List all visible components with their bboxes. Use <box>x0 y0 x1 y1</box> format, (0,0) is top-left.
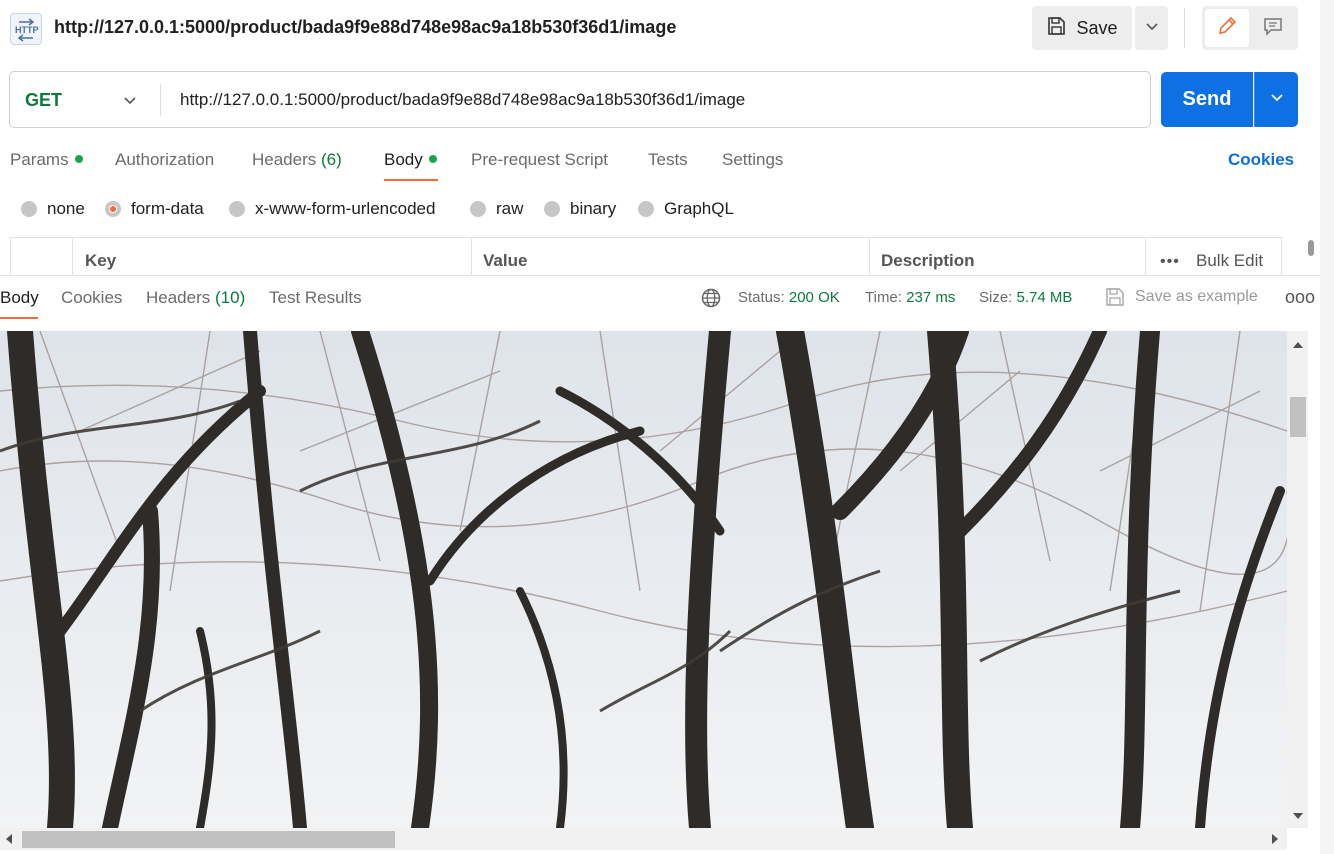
tab-body[interactable]: Body <box>384 150 437 170</box>
more-options-icon[interactable]: ooo <box>1285 287 1315 308</box>
save-options-button[interactable] <box>1135 6 1168 50</box>
active-tab-indicator <box>0 317 38 319</box>
radio-circle <box>470 201 486 217</box>
tab-label: Body <box>384 150 423 169</box>
tab-tests[interactable]: Tests <box>648 150 688 170</box>
size-readout: Size: 5.74 MB <box>979 289 1072 306</box>
comment-icon <box>1262 15 1284 42</box>
status-dot <box>428 154 437 163</box>
radio-label: GraphQL <box>664 199 734 218</box>
scroll-down-icon[interactable] <box>1292 808 1304 826</box>
table-column-divider <box>1145 237 1146 277</box>
globe-icon[interactable] <box>700 287 722 309</box>
pencil-icon <box>1216 15 1238 42</box>
edit-mode-button[interactable] <box>1205 9 1249 47</box>
vertical-scrollbar-thumb[interactable] <box>1290 397 1306 437</box>
radio-circle <box>21 201 37 217</box>
time-label: Time: <box>865 289 902 306</box>
params-table <box>10 237 1282 277</box>
tab-params[interactable]: Params <box>10 150 83 170</box>
send-options-button[interactable] <box>1254 72 1298 127</box>
status-dot <box>74 154 83 163</box>
tab-authorization[interactable]: Authorization <box>115 150 214 170</box>
method-select[interactable]: GET <box>25 90 62 111</box>
column-header-value: Value <box>483 251 528 270</box>
radio-graphql[interactable]: GraphQL <box>638 199 734 219</box>
size-value: 5.74 MB <box>1016 289 1073 306</box>
response-tab-body[interactable]: Body <box>0 288 39 308</box>
bare-trees-image <box>0 331 1287 828</box>
divider <box>1184 8 1185 48</box>
url-input[interactable] <box>180 88 1140 112</box>
request-scrollbar[interactable] <box>1308 240 1314 256</box>
radio-label: none <box>47 199 85 218</box>
scroll-right-icon[interactable] <box>1270 832 1280 850</box>
tab-settings[interactable]: Settings <box>722 150 783 170</box>
radio-raw[interactable]: raw <box>470 199 523 219</box>
request-title[interactable]: http://127.0.0.1:5000/product/bada9f9e88… <box>54 17 676 38</box>
http-icon: HTTP <box>10 13 42 45</box>
table-column-divider <box>72 237 73 277</box>
save-icon <box>1104 286 1126 308</box>
table-column-divider <box>869 237 870 277</box>
scroll-left-icon[interactable] <box>4 832 14 850</box>
bulk-edit-button[interactable]: Bulk Edit <box>1196 251 1263 271</box>
scroll-up-icon[interactable] <box>1292 337 1304 355</box>
comments-button[interactable] <box>1251 9 1295 47</box>
active-tab-indicator <box>384 179 438 181</box>
status-label: Status: <box>738 289 785 306</box>
column-header-key: Key <box>85 251 117 270</box>
chevron-down-icon <box>1270 90 1284 109</box>
divider <box>160 84 161 116</box>
tab-pre-request-script[interactable]: Pre-request Script <box>471 150 608 170</box>
table-column-divider <box>471 237 472 277</box>
time-value: 237 ms <box>906 289 956 306</box>
radio-circle <box>229 201 245 217</box>
column-header-description: Description <box>881 251 975 270</box>
tab-label: Headers <box>252 150 317 169</box>
status-readout: Status: 200 OK <box>738 289 840 306</box>
more-options-icon[interactable]: ••• <box>1160 253 1180 271</box>
time-readout: Time: 237 ms <box>865 289 955 306</box>
radio-none[interactable]: none <box>21 199 85 219</box>
radio-form-data[interactable]: form-data <box>105 199 204 219</box>
radio-label: binary <box>570 199 617 218</box>
tab-label: Headers <box>146 288 211 307</box>
status-value: 200 OK <box>788 289 840 306</box>
cookies-link[interactable]: Cookies <box>1228 150 1294 170</box>
radio-binary[interactable]: binary <box>544 199 616 219</box>
radio-label: form-data <box>131 199 204 218</box>
tab-headers[interactable]: Headers (6) <box>252 150 342 170</box>
window-edge <box>1320 0 1334 854</box>
chevron-down-icon[interactable] <box>122 92 138 108</box>
svg-text:HTTP: HTTP <box>15 25 39 35</box>
save-as-example-button[interactable]: Save as example <box>1135 288 1258 306</box>
radio-circle <box>638 201 654 217</box>
radio-circle-selected <box>105 201 121 217</box>
horizontal-scrollbar-thumb[interactable] <box>22 831 395 848</box>
chevron-down-icon <box>1145 19 1159 38</box>
headers-count: (10) <box>215 288 246 307</box>
save-label: Save <box>1076 17 1118 38</box>
radio-label: raw <box>496 199 524 218</box>
response-tab-test-results[interactable]: Test Results <box>269 288 362 308</box>
send-button[interactable]: Send <box>1161 72 1253 127</box>
response-tab-cookies[interactable]: Cookies <box>61 288 122 308</box>
save-button[interactable]: Save <box>1032 6 1132 50</box>
response-tab-headers[interactable]: Headers (10) <box>146 288 245 308</box>
radio-x-www-form-urlencoded[interactable]: x-www-form-urlencoded <box>229 199 435 219</box>
radio-label: x-www-form-urlencoded <box>255 199 436 218</box>
headers-count: (6) <box>321 150 342 169</box>
response-image-preview <box>0 331 1287 828</box>
radio-circle <box>544 201 560 217</box>
tab-label: Params <box>10 150 69 169</box>
save-icon <box>1046 16 1066 41</box>
size-label: Size: <box>979 289 1013 306</box>
